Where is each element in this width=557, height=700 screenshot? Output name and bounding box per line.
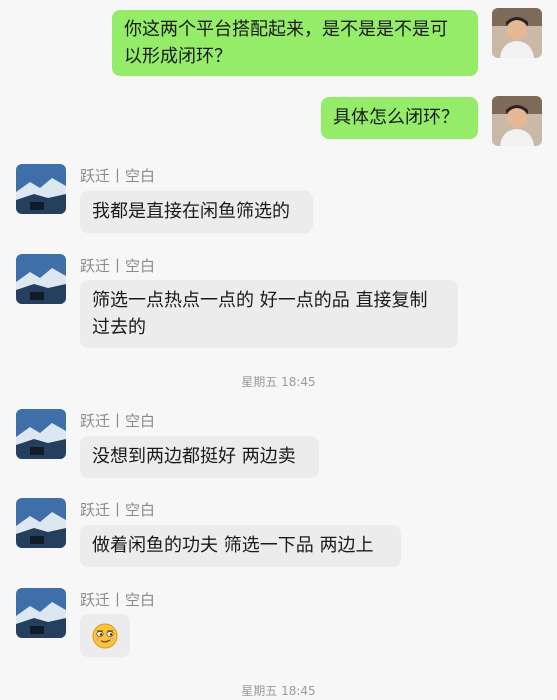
sender-name: 跃迁丨空白 [80, 167, 156, 185]
sender-name: 跃迁丨空白 [80, 257, 156, 275]
sender-name: 跃迁丨空白 [80, 412, 156, 430]
message-text-line: 你这两个平台搭配起来，是不是是不是可 [124, 19, 448, 40]
message-bubble-incoming[interactable]: 做着闲鱼的功夫 筛选一下品 两边上 [80, 525, 401, 567]
message-text-line: 筛选一点热点一点的 好一点的品 直接复制 [92, 290, 428, 311]
message-bubble-incoming[interactable]: 我都是直接在闲鱼筛选的 [80, 191, 313, 233]
smirk-emoji-icon [92, 623, 118, 649]
message-bubble-incoming[interactable]: 筛选一点热点一点的 好一点的品 直接复制 过去的 [80, 280, 458, 348]
message-bubble-incoming[interactable]: 没想到两边都挺好 两边卖 [80, 436, 319, 478]
my-avatar[interactable] [492, 8, 542, 58]
message-bubble-outgoing[interactable]: 你这两个平台搭配起来，是不是是不是可 以形成闭环？ [112, 10, 478, 76]
contact-avatar[interactable] [16, 498, 66, 548]
message-text-line: 以形成闭环？ [124, 46, 232, 67]
contact-avatar[interactable] [16, 409, 66, 459]
timestamp: 星期五 18:45 [241, 375, 316, 389]
contact-avatar[interactable] [16, 164, 66, 214]
my-avatar[interactable] [492, 96, 542, 146]
message-bubble-outgoing[interactable]: 具体怎么闭环？ [321, 97, 478, 139]
sender-name: 跃迁丨空白 [80, 591, 156, 609]
contact-avatar[interactable] [16, 254, 66, 304]
message-text-line: 过去的 [92, 317, 146, 338]
sender-name: 跃迁丨空白 [80, 501, 156, 519]
contact-avatar[interactable] [16, 588, 66, 638]
timestamp: 星期五 18:45 [241, 684, 316, 698]
message-bubble-incoming[interactable] [80, 614, 130, 657]
